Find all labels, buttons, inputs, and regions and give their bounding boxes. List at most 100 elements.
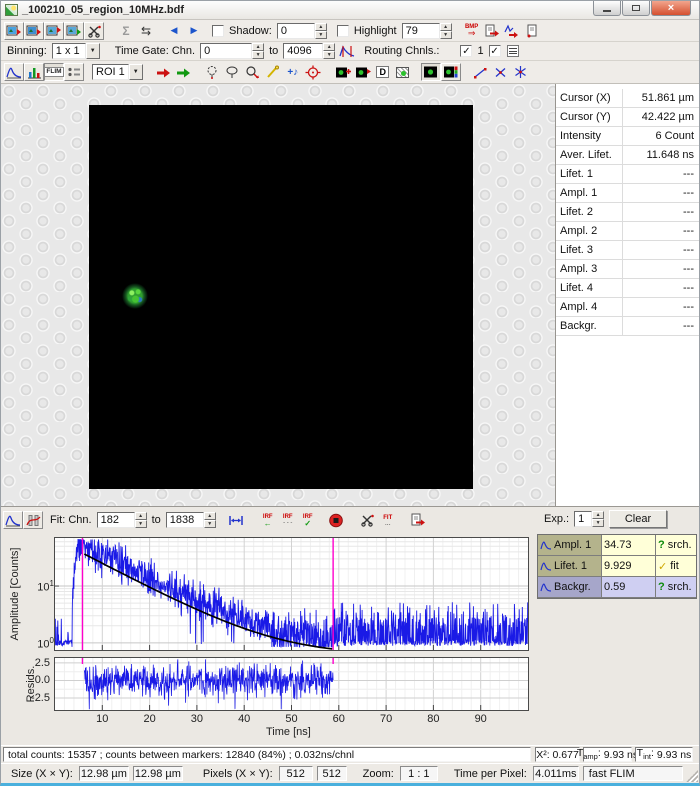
zoom-in-image-icon[interactable]	[333, 63, 353, 81]
roi-select[interactable]: ROI 1▼	[92, 64, 143, 80]
line-profile-icon[interactable]	[471, 63, 491, 81]
highlight-spinner-value[interactable]: 79	[402, 23, 440, 39]
export-file-icon[interactable]	[482, 22, 502, 40]
shadow-spinner[interactable]: 0▲▼	[277, 23, 327, 39]
pattern-overlay-icon[interactable]	[393, 63, 413, 81]
fit-from-spinner-down-icon[interactable]: ▼	[135, 520, 147, 528]
fit-from-spinner[interactable]: 182▲▼	[97, 512, 147, 528]
shadow-checkbox[interactable]	[212, 25, 224, 37]
dual-trace-icon[interactable]	[23, 511, 43, 529]
fit-from-spinner-value[interactable]: 182	[97, 512, 135, 528]
fit-settings-icon[interactable]	[358, 511, 378, 529]
timegate-to-spinner-up-icon[interactable]: ▲	[323, 43, 335, 51]
zoom-out-image-icon[interactable]	[353, 63, 373, 81]
fit-model-icon[interactable]: FIT...	[378, 511, 398, 529]
exp-up-icon[interactable]: ▲	[592, 511, 604, 519]
routing-list-icon[interactable]	[503, 42, 523, 60]
color-scale-image-icon[interactable]	[441, 63, 461, 81]
minimize-button[interactable]	[593, 1, 621, 16]
save-image-icon[interactable]	[24, 22, 44, 40]
open-image-icon[interactable]	[4, 22, 24, 40]
resize-grip[interactable]	[686, 770, 698, 782]
decay-display-icon[interactable]	[3, 511, 23, 529]
clear-button[interactable]: Clear	[609, 510, 667, 528]
intensity-image-icon[interactable]	[421, 63, 441, 81]
timegate-from-spinner-down-icon[interactable]: ▼	[252, 51, 264, 59]
export-trace-icon[interactable]	[502, 22, 522, 40]
fit-to-spinner-value[interactable]: 1838	[166, 512, 204, 528]
copy-image-icon[interactable]	[44, 22, 64, 40]
fit-to-spinner-down-icon[interactable]: ▼	[204, 520, 216, 528]
roi-export-icon[interactable]	[153, 63, 173, 81]
flim-mode-icon[interactable]: FLIM	[44, 63, 64, 81]
highlight-checkbox[interactable]	[337, 25, 349, 37]
irf-measured-icon[interactable]: IRF- - -	[278, 511, 298, 529]
cross-profile-icon[interactable]	[491, 63, 511, 81]
shadow-spinner-up-icon[interactable]: ▲	[315, 23, 327, 31]
fit-param-status[interactable]: ✓fit	[656, 556, 696, 577]
titlebar[interactable]: _100210_05_region_10MHz.bdf ×	[1, 1, 699, 20]
target-cursor-icon[interactable]	[303, 63, 323, 81]
full-range-icon[interactable]	[226, 511, 246, 529]
star-profile-icon[interactable]	[511, 63, 531, 81]
binning-select[interactable]: 1 x 1▼	[52, 43, 100, 59]
fit-param-label-cell[interactable]: Ampl. 1	[538, 535, 602, 556]
abort-fit-icon[interactable]	[326, 511, 346, 529]
maximize-button[interactable]	[622, 1, 650, 16]
fit-param-label-cell[interactable]: Lifet. 1	[538, 556, 602, 577]
flim-image[interactable]	[89, 105, 473, 489]
timegate-from-spinner[interactable]: 0▲▼	[200, 43, 264, 59]
roi-select-arrow-icon[interactable]: ▼	[129, 64, 143, 80]
fit-param-status[interactable]: ?srch.	[656, 535, 696, 556]
next-frame-icon[interactable]: ▶	[184, 22, 204, 40]
fit-param-value[interactable]: 9.929	[602, 556, 656, 577]
timegate-from-spinner-up-icon[interactable]: ▲	[252, 43, 264, 51]
export-bmp-icon[interactable]: BMP⇒	[462, 22, 482, 40]
time-gate-icon[interactable]	[337, 42, 357, 60]
fit-from-spinner-up-icon[interactable]: ▲	[135, 512, 147, 520]
minimize-icon	[603, 10, 611, 12]
fit-param-value[interactable]: 34.73	[602, 535, 656, 556]
fit-param-label-cell[interactable]: Backgr.	[538, 577, 602, 598]
exp-spinner[interactable]: 1 ▲ ▼	[574, 511, 604, 527]
decay-trace-icon[interactable]	[4, 63, 24, 81]
sum-frames-icon[interactable]: Σ	[116, 22, 136, 40]
image-tools-icon[interactable]	[84, 22, 104, 40]
fit-param-value[interactable]: 0.59	[602, 577, 656, 598]
export-image-icon[interactable]	[64, 22, 84, 40]
routing-ch1-checkbox[interactable]: ✓	[460, 45, 472, 57]
irf-auto-icon[interactable]: IRF✓	[298, 511, 318, 529]
circle-roi-icon[interactable]	[203, 63, 223, 81]
display-d-icon[interactable]: D	[373, 63, 393, 81]
shadow-spinner-down-icon[interactable]: ▼	[315, 31, 327, 39]
timegate-to-spinner[interactable]: 4096▲▼	[283, 43, 335, 59]
highlight-spinner-down-icon[interactable]: ▼	[440, 31, 452, 39]
export-data-icon[interactable]	[522, 22, 542, 40]
close-button[interactable]: ×	[651, 1, 691, 16]
timegate-to-spinner-down-icon[interactable]: ▼	[323, 51, 335, 59]
export-decay-icon[interactable]	[408, 511, 428, 529]
fit-param-status[interactable]: ?srch.	[656, 577, 696, 598]
routing-all-checkbox[interactable]: ✓	[489, 45, 501, 57]
shadow-spinner-value[interactable]: 0	[277, 23, 315, 39]
fit-to-spinner-up-icon[interactable]: ▲	[204, 512, 216, 520]
wand-roi-icon[interactable]	[263, 63, 283, 81]
highlight-spinner-up-icon[interactable]: ▲	[440, 23, 452, 31]
lasso-roi-icon[interactable]	[243, 63, 263, 81]
highlight-spinner[interactable]: 79▲▼	[402, 23, 452, 39]
exp-down-icon[interactable]: ▼	[592, 519, 604, 527]
roi-apply-icon[interactable]	[173, 63, 193, 81]
exp-value[interactable]: 1	[574, 511, 592, 527]
cursor-row-value: 11.648 ns	[623, 149, 699, 161]
irf-show-icon[interactable]: IRF←	[258, 511, 278, 529]
timegate-to-spinner-value[interactable]: 4096	[283, 43, 323, 59]
histogram-icon[interactable]	[24, 63, 44, 81]
timegate-from-spinner-value[interactable]: 0	[200, 43, 252, 59]
swap-traces-icon[interactable]: ⇆	[136, 22, 156, 40]
ellipse-roi-icon[interactable]	[223, 63, 243, 81]
display-options-icon[interactable]	[64, 63, 84, 81]
add-cursor-icon[interactable]: +♪	[283, 63, 303, 81]
fit-to-spinner[interactable]: 1838▲▼	[166, 512, 216, 528]
binning-select-arrow-icon[interactable]: ▼	[86, 43, 100, 59]
prev-frame-icon[interactable]: ◀	[164, 22, 184, 40]
